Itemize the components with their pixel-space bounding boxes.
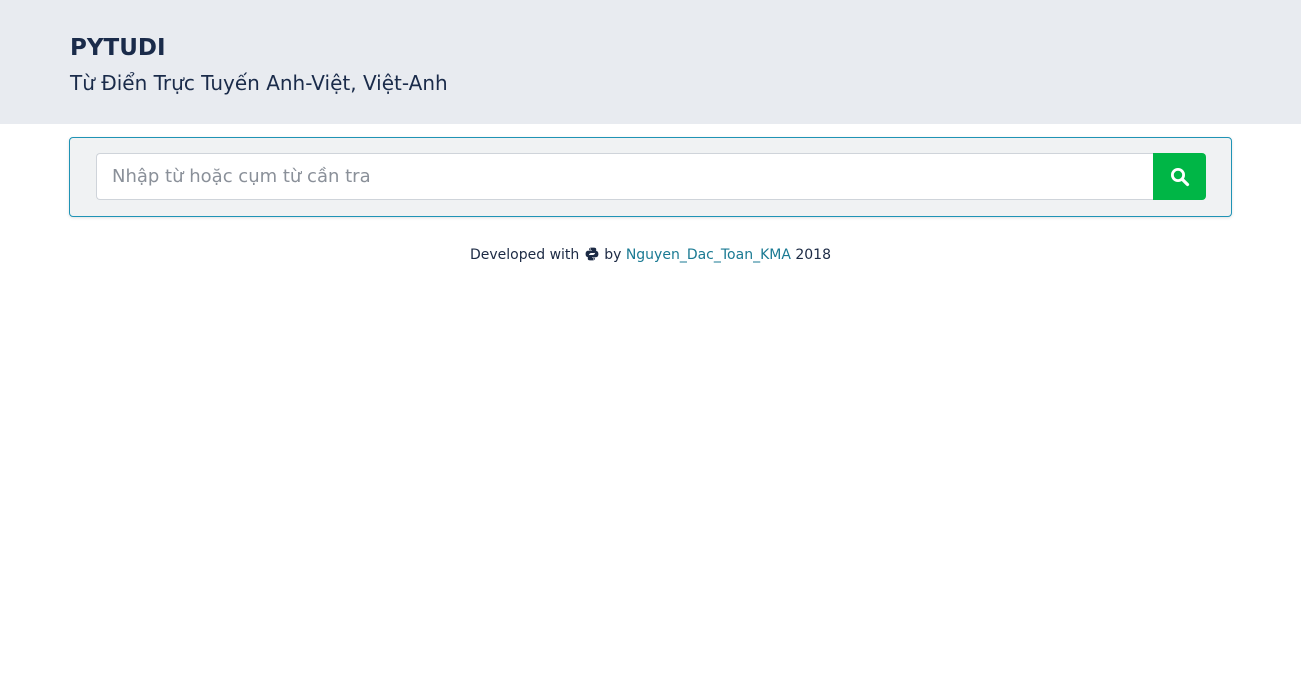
footer: Developed with by Nguyen_Dac_Toan_KMA 20… xyxy=(0,244,1301,266)
footer-year: 2018 xyxy=(795,247,831,263)
footer-by: by xyxy=(604,247,622,263)
search-icon xyxy=(1170,167,1189,186)
header-banner: PYTUDI Từ Điển Trực Tuyến Anh-Việt, Việt… xyxy=(0,0,1301,124)
site-subtitle: Từ Điển Trực Tuyến Anh-Việt, Việt-Anh xyxy=(70,71,448,95)
python-icon xyxy=(585,247,599,261)
search-button[interactable] xyxy=(1153,153,1206,200)
author-link[interactable]: Nguyen_Dac_Toan_KMA xyxy=(626,247,791,263)
search-panel xyxy=(69,137,1232,217)
search-input[interactable] xyxy=(96,153,1154,200)
site-brand: PYTUDI xyxy=(70,35,166,61)
footer-prefix: Developed with xyxy=(469,247,580,263)
